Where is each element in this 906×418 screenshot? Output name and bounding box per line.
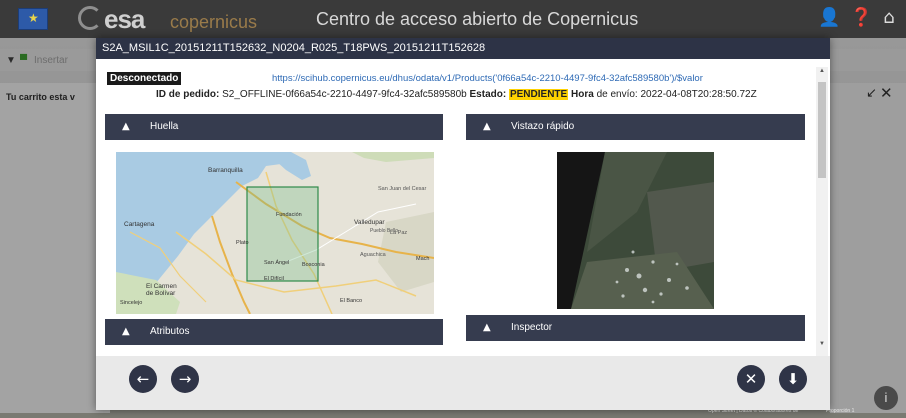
order-time-label: Hora: [570, 89, 594, 100]
footprint-map-svg: Barranquilla Cartagena Valledupar San Ju…: [116, 152, 434, 314]
map-label-el-banco: El Banco: [340, 298, 362, 304]
map-label-barranquilla: Barranquilla: [208, 167, 243, 174]
section-huella-toggle[interactable]: ▲ Huella: [105, 114, 443, 140]
user-icon[interactable]: 👤: [818, 7, 840, 29]
order-info: ID de pedido: S2_OFFLINE-0f66a54c-2210-4…: [156, 89, 757, 100]
map-label-san-juan: San Juan del Cesar: [378, 186, 426, 192]
product-detail-modal: S2A_MSIL1C_20151211T152632_N0204_R025_T1…: [96, 38, 830, 410]
close-side-panel-icon[interactable]: ✕: [880, 84, 893, 102]
map-label-el-dificil: El Difícil: [264, 276, 284, 282]
order-state-badge: PENDIENTE: [508, 89, 569, 100]
info-icon[interactable]: i: [874, 386, 898, 410]
map-label-el-carmen: El Carmen: [146, 283, 177, 290]
status-badge: Desconectado: [107, 72, 182, 85]
quicklook-image[interactable]: [557, 152, 714, 309]
map-label-plato: Plato: [236, 240, 249, 246]
map-label-mach: Mach: [416, 256, 429, 262]
arrow-right-icon: →: [178, 370, 192, 388]
eu-flag-logo: [18, 8, 48, 30]
collapse-icon[interactable]: ↙: [866, 86, 877, 101]
search-input[interactable]: Insertar: [34, 55, 68, 66]
section-vistazo-label: Vistazo rápido: [511, 121, 575, 132]
section-huella-label: Huella: [150, 121, 179, 132]
close-icon: ✕: [744, 370, 758, 388]
home-icon[interactable]: ⌂: [878, 7, 900, 29]
footprint-map[interactable]: Barranquilla Cartagena Valledupar San Ju…: [116, 152, 434, 314]
map-label-san-angel: San Ángel: [264, 259, 289, 266]
section-inspector-label: Inspector: [511, 322, 553, 333]
product-download-link[interactable]: https://scihub.copernicus.eu/dhus/odata/…: [272, 73, 703, 84]
modal-footer: [96, 356, 830, 410]
help-icon[interactable]: ❓: [850, 7, 872, 29]
section-atributos-toggle[interactable]: ▲ Atributos: [105, 319, 443, 345]
order-id-value: S2_OFFLINE-0f66a54c-2210-4497-9fc4-32afc…: [222, 89, 467, 100]
esa-logo-icon: [78, 6, 102, 30]
previous-product-button[interactable]: ←: [129, 365, 157, 393]
map-label-valledupar: Valledupar: [354, 219, 385, 226]
close-modal-button[interactable]: ✕: [737, 365, 765, 393]
esa-logo-text: esa: [104, 4, 145, 34]
map-label-sincelejo: Sincelejo: [120, 300, 142, 306]
order-state-label: Estado:: [469, 89, 507, 100]
filter-icon[interactable]: ▼: [6, 55, 16, 66]
copernicus-logo-text: copernicus: [170, 12, 258, 32]
section-vistazo-toggle[interactable]: ▲ Vistazo rápido: [466, 114, 805, 140]
order-time-value: de envío: 2022-04-08T20:28:50.72Z: [596, 89, 757, 100]
scroll-up-icon[interactable]: ▲: [819, 68, 825, 74]
map-label-pueblo-bello: Pueblo Bello: [370, 228, 398, 234]
map-scale-label: Proporción 1: [826, 408, 855, 414]
section-inspector-toggle[interactable]: ▲ Inspector: [466, 315, 805, 341]
app-title: Centro de acceso abierto de Copernicus: [316, 9, 639, 29]
download-button[interactable]: ⬇: [779, 365, 807, 393]
cart-icon[interactable]: ▀: [20, 55, 27, 66]
order-id-label: ID de pedido:: [156, 89, 220, 100]
chevron-up-icon: ▲: [122, 121, 130, 132]
scroll-down-icon[interactable]: ▼: [819, 341, 825, 347]
modal-title: S2A_MSIL1C_20151211T152632_N0204_R025_T1…: [102, 42, 486, 54]
download-icon: ⬇: [786, 370, 800, 388]
chevron-up-icon: ▲: [122, 326, 130, 337]
modal-header: S2A_MSIL1C_20151211T152632_N0204_R025_T1…: [96, 38, 830, 59]
chevron-up-icon: ▲: [483, 322, 491, 333]
scrollbar-thumb[interactable]: [818, 82, 826, 178]
cart-empty-message: Tu carrito esta v: [6, 92, 75, 102]
map-label-de-bolivar: de Bolívar: [146, 290, 176, 297]
arrow-left-icon: ←: [136, 370, 150, 388]
next-product-button[interactable]: →: [171, 365, 199, 393]
map-label-aguachica: Aguachica: [360, 252, 387, 258]
section-atributos-label: Atributos: [150, 326, 190, 337]
side-panel: [830, 83, 906, 413]
map-label-cartagena: Cartagena: [124, 221, 155, 228]
map-label-fundacion: Fundación: [276, 212, 302, 218]
cart-panel: [0, 83, 110, 413]
chevron-up-icon: ▲: [483, 121, 491, 132]
map-label-bosconia: Bosconia: [302, 262, 326, 268]
quicklook-svg: [557, 152, 714, 309]
